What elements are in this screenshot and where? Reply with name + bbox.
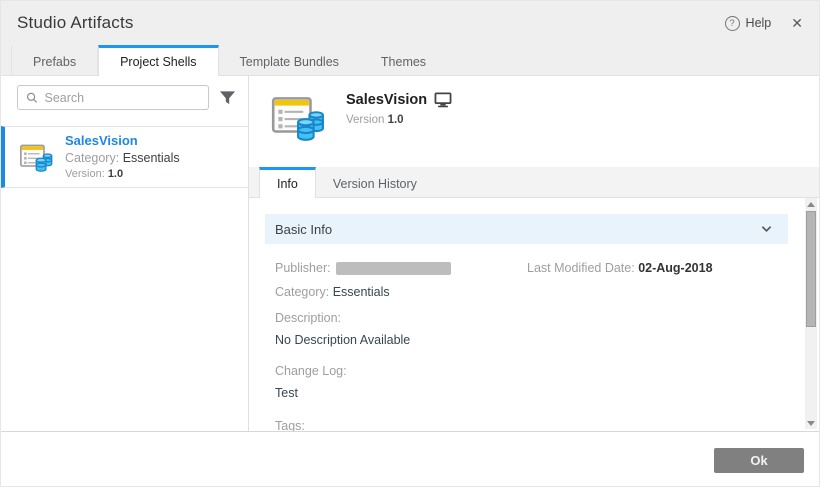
search-box	[17, 85, 209, 110]
artifact-icon	[17, 139, 53, 175]
publisher-label: Publisher:	[275, 261, 331, 275]
detail-version-value: 1.0	[388, 114, 404, 126]
basic-info-section-header[interactable]: Basic Info	[265, 214, 788, 244]
category-field: Category: Essentials	[275, 285, 788, 299]
basic-info-fields: Publisher: Last Modified Date: 02-Aug-20…	[265, 244, 788, 431]
chevron-down-icon	[761, 225, 772, 233]
category-value: Essentials	[333, 285, 390, 299]
detail-content: Basic Info Publisher: Last Mo	[249, 198, 819, 431]
tab-themes[interactable]: Themes	[360, 45, 447, 75]
dialog-header: Studio Artifacts ? Help ✕	[1, 1, 819, 45]
item-version-value: 1.0	[108, 168, 123, 180]
filter-icon[interactable]	[219, 90, 236, 106]
tab-prefabs[interactable]: Prefabs	[11, 45, 98, 75]
tab-template-bundles[interactable]: Template Bundles	[219, 45, 360, 75]
item-version: Version: 1.0	[65, 169, 180, 180]
item-category-label: Category:	[65, 151, 119, 165]
tab-info[interactable]: Info	[259, 167, 316, 198]
studio-artifacts-dialog: Studio Artifacts ? Help ✕ Prefabs Projec…	[0, 0, 820, 487]
basic-info-title: Basic Info	[275, 222, 332, 237]
last-modified-field: Last Modified Date: 02-Aug-2018	[527, 261, 713, 275]
change-log-value: Test	[275, 386, 788, 400]
scroll-down-arrow[interactable]	[805, 417, 817, 429]
description-label: Description:	[275, 311, 788, 325]
help-glyph: ?	[729, 18, 734, 29]
search-row	[1, 76, 248, 118]
item-version-label: Version:	[65, 168, 105, 180]
header-actions: ? Help ✕	[725, 15, 803, 32]
detail-tabbar: Info Version History	[249, 167, 819, 198]
scroll-up-arrow[interactable]	[805, 198, 817, 210]
dialog-footer: Ok	[1, 431, 819, 487]
sidebar: SalesVision Category: Essentials Version…	[1, 76, 249, 431]
search-icon	[26, 91, 39, 105]
description-value: No Description Available	[275, 333, 788, 347]
tags-label: Tags:	[275, 419, 788, 431]
tab-project-shells[interactable]: Project Shells	[98, 45, 218, 76]
detail-version-label: Version	[346, 114, 384, 126]
detail-panel: SalesVision Version 1.0 Info Ver	[249, 76, 819, 431]
scrollbar-thumb[interactable]	[806, 211, 816, 327]
close-icon[interactable]: ✕	[791, 15, 803, 32]
publisher-row: Publisher: Last Modified Date: 02-Aug-20…	[275, 261, 788, 275]
detail-version-row: Version 1.0	[346, 114, 452, 126]
ok-button[interactable]: Ok	[714, 448, 804, 473]
search-input[interactable]	[45, 91, 200, 105]
item-category-value: Essentials	[123, 151, 180, 165]
help-icon[interactable]: ?	[725, 16, 740, 31]
artifact-type-tabbar: Prefabs Project Shells Template Bundles …	[1, 45, 819, 76]
tab-version-history[interactable]: Version History	[316, 167, 434, 197]
change-log-label: Change Log:	[275, 364, 788, 378]
last-modified-value: 02-Aug-2018	[638, 261, 712, 275]
vertical-scrollbar[interactable]	[805, 198, 817, 429]
detail-title: SalesVision	[346, 92, 427, 108]
detail-title-block: SalesVision Version 1.0	[346, 92, 452, 126]
artifact-icon-large	[267, 88, 325, 146]
item-category: Category: Essentials	[65, 152, 180, 165]
item-name: SalesVision	[65, 134, 180, 147]
list-item-salesvision[interactable]: SalesVision Category: Essentials Version…	[1, 126, 248, 188]
category-label: Category:	[275, 285, 329, 299]
publisher-field: Publisher:	[275, 261, 527, 275]
page-title: Studio Artifacts	[17, 13, 134, 33]
last-modified-label: Last Modified Date:	[527, 261, 635, 275]
detail-scroll-area: Basic Info Publisher: Last Mo	[249, 198, 819, 431]
publisher-value-redacted	[336, 262, 451, 275]
monitor-icon	[434, 92, 452, 108]
detail-title-row: SalesVision	[346, 92, 452, 108]
main-area: SalesVision Category: Essentials Version…	[1, 76, 819, 431]
help-button[interactable]: Help	[746, 16, 772, 30]
detail-header: SalesVision Version 1.0	[249, 76, 819, 167]
list-item-text: SalesVision Category: Essentials Version…	[65, 134, 180, 181]
